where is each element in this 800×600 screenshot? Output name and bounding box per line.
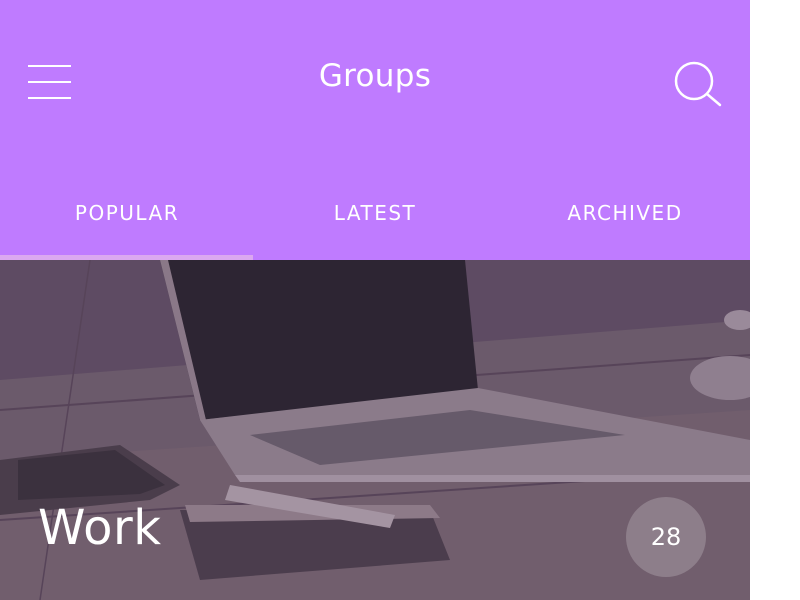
tab-latest[interactable]: LATEST <box>250 188 500 260</box>
tab-archived[interactable]: ARCHIVED <box>500 188 750 260</box>
page-title: Groups <box>318 58 432 94</box>
app-header: Groups POPULAR LATEST ARCHIVED <box>0 0 750 260</box>
member-count-badge[interactable]: 28 <box>626 497 706 577</box>
group-title: Work <box>38 500 162 556</box>
search-icon[interactable] <box>672 58 726 112</box>
app-window: Groups POPULAR LATEST ARCHIVED Work 28 <box>0 0 750 600</box>
tab-popular[interactable]: POPULAR <box>2 188 252 260</box>
tab-bar: POPULAR LATEST ARCHIVED <box>0 188 750 260</box>
group-card-work[interactable]: Work 28 <box>0 260 750 600</box>
